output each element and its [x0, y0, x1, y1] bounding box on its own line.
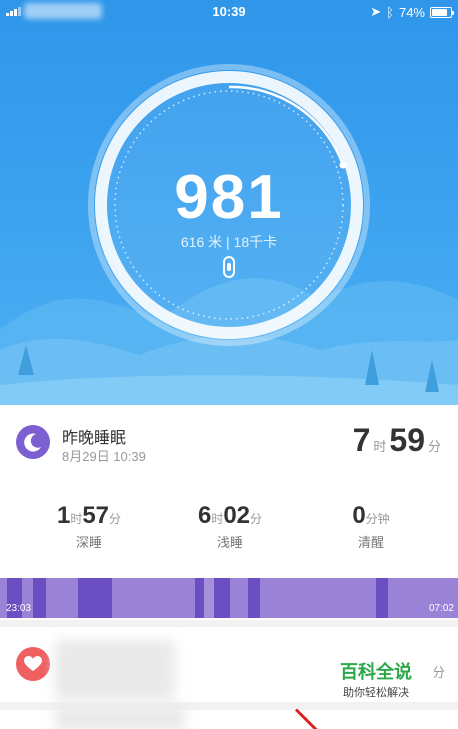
deep-segment: [376, 578, 388, 618]
deep-segment: [195, 578, 204, 618]
timeline-end: 07:02: [428, 603, 454, 614]
total-minute-unit: 分: [427, 439, 441, 454]
watermark: 百科全说 助你轻松解决: [318, 656, 434, 702]
deep-segment: [214, 578, 230, 618]
status-bar: 10:39 ➤ ᛒ 74%: [0, 0, 458, 22]
svg-text:z: z: [36, 435, 40, 443]
step-count: 981: [174, 163, 284, 232]
stat-label: 清醒: [357, 535, 384, 550]
total-hours: 7: [352, 422, 371, 458]
stat-label: 浅睡: [216, 535, 243, 550]
timeline-start: 23:03: [6, 603, 32, 614]
stat-deep-sleep: 1时57分 深睡: [24, 502, 154, 551]
redacted-next-info: [55, 706, 185, 729]
redacted-heart-info: [55, 640, 175, 700]
deep-segment: [78, 578, 112, 618]
moon-icon: z: [16, 425, 50, 459]
sleep-total: 7 时59 分: [353, 422, 444, 459]
light-segment: [204, 578, 214, 618]
battery-percent: 74%: [398, 4, 425, 20]
stat-light-sleep: 6时02分 浅睡: [165, 502, 295, 551]
sleep-date: 8月29日 10:39: [62, 449, 146, 464]
stat-awake: 0分钟 清醒: [306, 502, 436, 551]
sleep-timeline[interactable]: [0, 578, 458, 618]
bluetooth-icon: ᛒ: [386, 4, 394, 20]
status-right: ➤ ᛒ 74%: [370, 4, 454, 20]
deep-segment: [33, 578, 46, 618]
sleep-title: 昨晚睡眠: [62, 430, 127, 447]
battery-icon: [430, 6, 454, 18]
location-icon: ➤: [370, 4, 382, 19]
band-icon: [223, 256, 235, 278]
heart-icon: [16, 647, 50, 681]
watermark-title: 百科全说: [340, 662, 412, 682]
stat-label: 深睡: [75, 535, 102, 550]
watermark-subtitle: 助你轻松解决: [343, 687, 409, 699]
deep-segment: [248, 578, 260, 618]
total-hour-unit: 时: [373, 439, 387, 454]
steps-hero[interactable]: 10:39 ➤ ᛒ 74% 981 616 米 | 18千卡: [0, 0, 458, 405]
total-minutes: 59: [389, 422, 425, 458]
distance-calories: 616 米 | 18千卡: [180, 234, 278, 250]
